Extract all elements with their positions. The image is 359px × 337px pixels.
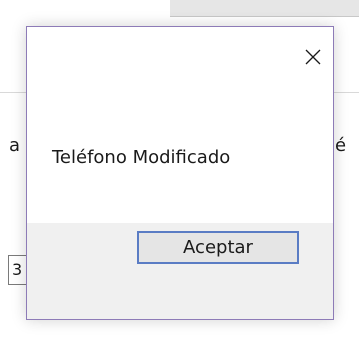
background-label-fragment-right: é (335, 135, 347, 156)
dialog-message: Teléfono Modificado (52, 147, 231, 168)
close-button[interactable] (299, 43, 327, 71)
background-label-fragment-left: a (9, 135, 21, 156)
accept-button[interactable]: Aceptar (137, 231, 299, 264)
dialog-content-area: Teléfono Modificado (27, 27, 333, 223)
message-dialog: Teléfono Modificado (26, 26, 334, 320)
background-toolbar (170, 0, 359, 17)
close-icon (305, 49, 321, 65)
